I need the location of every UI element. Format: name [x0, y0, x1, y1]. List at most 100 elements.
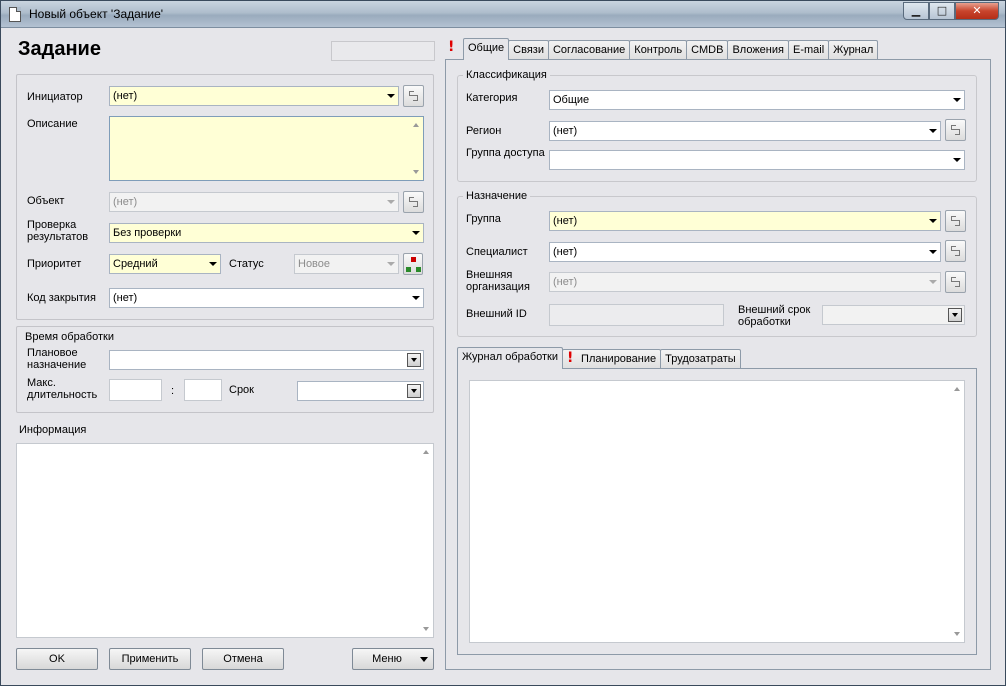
priority-combo[interactable]: Средний	[109, 254, 221, 274]
tab-processing-journal[interactable]: Журнал обработки	[457, 347, 564, 369]
access-group-combo[interactable]	[549, 150, 965, 170]
processing-time-label: Время обработки	[25, 331, 114, 343]
chevron-down-icon	[407, 353, 421, 367]
chevron-down-icon	[953, 98, 961, 102]
information-textarea[interactable]	[16, 443, 434, 638]
object-select-button[interactable]	[403, 191, 424, 213]
group-label: Группа	[466, 213, 501, 225]
group-combo[interactable]: (нет)	[549, 211, 941, 231]
menu-button[interactable]: Меню	[352, 648, 434, 670]
classification-label: Классификация	[463, 69, 550, 81]
title-field[interactable]	[331, 41, 435, 61]
specialist-select-button[interactable]	[945, 240, 966, 262]
category-label: Категория	[466, 92, 518, 104]
page-title: Задание	[18, 38, 101, 60]
external-org-combo[interactable]: (нет)	[549, 272, 941, 292]
tab-email[interactable]: E-mail	[787, 40, 830, 60]
check-combo[interactable]: Без проверки	[109, 223, 424, 243]
scroll-up-icon	[423, 450, 429, 454]
tab-general[interactable]: Общие	[463, 38, 510, 60]
object-combo[interactable]: (нет)	[109, 192, 399, 212]
scroll-down-icon	[413, 170, 419, 174]
external-deadline-combo[interactable]	[822, 305, 965, 325]
description-textarea[interactable]	[109, 116, 424, 181]
region-select-button[interactable]	[945, 119, 966, 141]
information-label: Информация	[19, 424, 87, 436]
region-label: Регион	[466, 125, 502, 137]
specialist-label: Специалист	[466, 246, 528, 258]
status-combo[interactable]: Новое	[294, 254, 399, 274]
closing-code-combo[interactable]: (нет)	[109, 288, 424, 308]
scroll-up-icon	[413, 123, 419, 127]
planned-combo[interactable]	[109, 350, 424, 370]
group-select-button[interactable]	[945, 210, 966, 232]
apply-button[interactable]: Применить	[109, 648, 191, 670]
select-icon	[409, 91, 418, 101]
chevron-down-icon	[948, 308, 962, 322]
chevron-down-icon	[929, 280, 937, 284]
scroll-up-icon	[954, 387, 960, 391]
tab-links[interactable]: Связи	[508, 40, 549, 60]
sub-tabs: Журнал обработки ! Планирование Трудозатр…	[457, 347, 741, 369]
window-title: Новый объект 'Задание'	[29, 7, 164, 21]
journal-textarea[interactable]	[469, 380, 965, 643]
main-tabs: Общие Связи Согласование Контроль CMDB В…	[463, 38, 879, 60]
title-bar[interactable]: Новый объект 'Задание' ▁ □ ✕	[1, 1, 1005, 28]
description-label: Описание	[27, 118, 78, 130]
hierarchy-icon[interactable]	[403, 253, 423, 275]
colon-label: :	[171, 385, 175, 397]
tab-control[interactable]: Контроль	[629, 40, 688, 60]
select-icon	[409, 197, 418, 207]
document-icon	[9, 7, 21, 22]
max-duration-minutes-input[interactable]	[184, 379, 222, 401]
tab-cmdb[interactable]: CMDB	[686, 40, 729, 60]
tab-approval[interactable]: Согласование	[547, 40, 631, 60]
category-combo[interactable]: Общие	[549, 90, 965, 110]
closing-code-label: Код закрытия	[27, 292, 96, 304]
maximize-button[interactable]: □	[929, 2, 955, 20]
external-org-label: Внешняя организация	[466, 269, 530, 293]
description-scrollbar[interactable]	[409, 117, 423, 180]
tab-journal[interactable]: Журнал	[828, 40, 879, 60]
deadline-label: Срок	[229, 384, 254, 396]
chevron-down-icon	[953, 158, 961, 162]
ok-button[interactable]: OK	[16, 648, 98, 670]
initiator-select-button[interactable]	[403, 85, 424, 107]
external-id-label: Внешний ID	[466, 308, 527, 320]
region-combo[interactable]: (нет)	[549, 121, 941, 141]
select-icon	[951, 246, 960, 256]
status-label: Статус	[229, 258, 264, 270]
tab-attachments[interactable]: Вложения	[727, 40, 789, 60]
chevron-down-icon	[387, 94, 395, 98]
task-window: Новый объект 'Задание' ▁ □ ✕ Задание Ини…	[0, 0, 1006, 686]
planned-label: Плановое назначение	[27, 347, 87, 371]
select-icon	[951, 125, 960, 135]
chevron-down-icon	[407, 384, 421, 398]
minimize-button[interactable]: ▁	[903, 2, 929, 20]
select-icon	[951, 216, 960, 226]
specialist-combo[interactable]: (нет)	[549, 242, 941, 262]
initiator-label: Инициатор	[27, 91, 83, 103]
external-deadline-label: Внешний срок обработки	[738, 304, 811, 328]
required-mark-icon: !	[448, 39, 455, 55]
information-scrollbar[interactable]	[419, 444, 433, 637]
external-id-input[interactable]	[549, 304, 724, 326]
access-group-label: Группа доступа	[466, 147, 545, 159]
journal-scrollbar[interactable]	[950, 381, 964, 642]
external-org-select-button[interactable]	[945, 271, 966, 293]
close-button[interactable]: ✕	[955, 2, 999, 20]
chevron-down-icon	[387, 200, 395, 204]
chevron-down-icon	[387, 262, 395, 266]
tab-planning[interactable]: ! Планирование	[562, 349, 662, 369]
deadline-combo[interactable]	[297, 381, 424, 401]
select-icon	[951, 277, 960, 287]
max-duration-label: Макс. длительность	[27, 377, 98, 401]
chevron-down-icon	[209, 262, 217, 266]
cancel-button[interactable]: Отмена	[202, 648, 284, 670]
scroll-down-icon	[954, 632, 960, 636]
chevron-down-icon	[412, 296, 420, 300]
chevron-down-icon	[929, 250, 937, 254]
tab-labor[interactable]: Трудозатраты	[660, 349, 741, 369]
max-duration-hours-input[interactable]	[109, 379, 162, 401]
initiator-combo[interactable]: (нет)	[109, 86, 399, 106]
